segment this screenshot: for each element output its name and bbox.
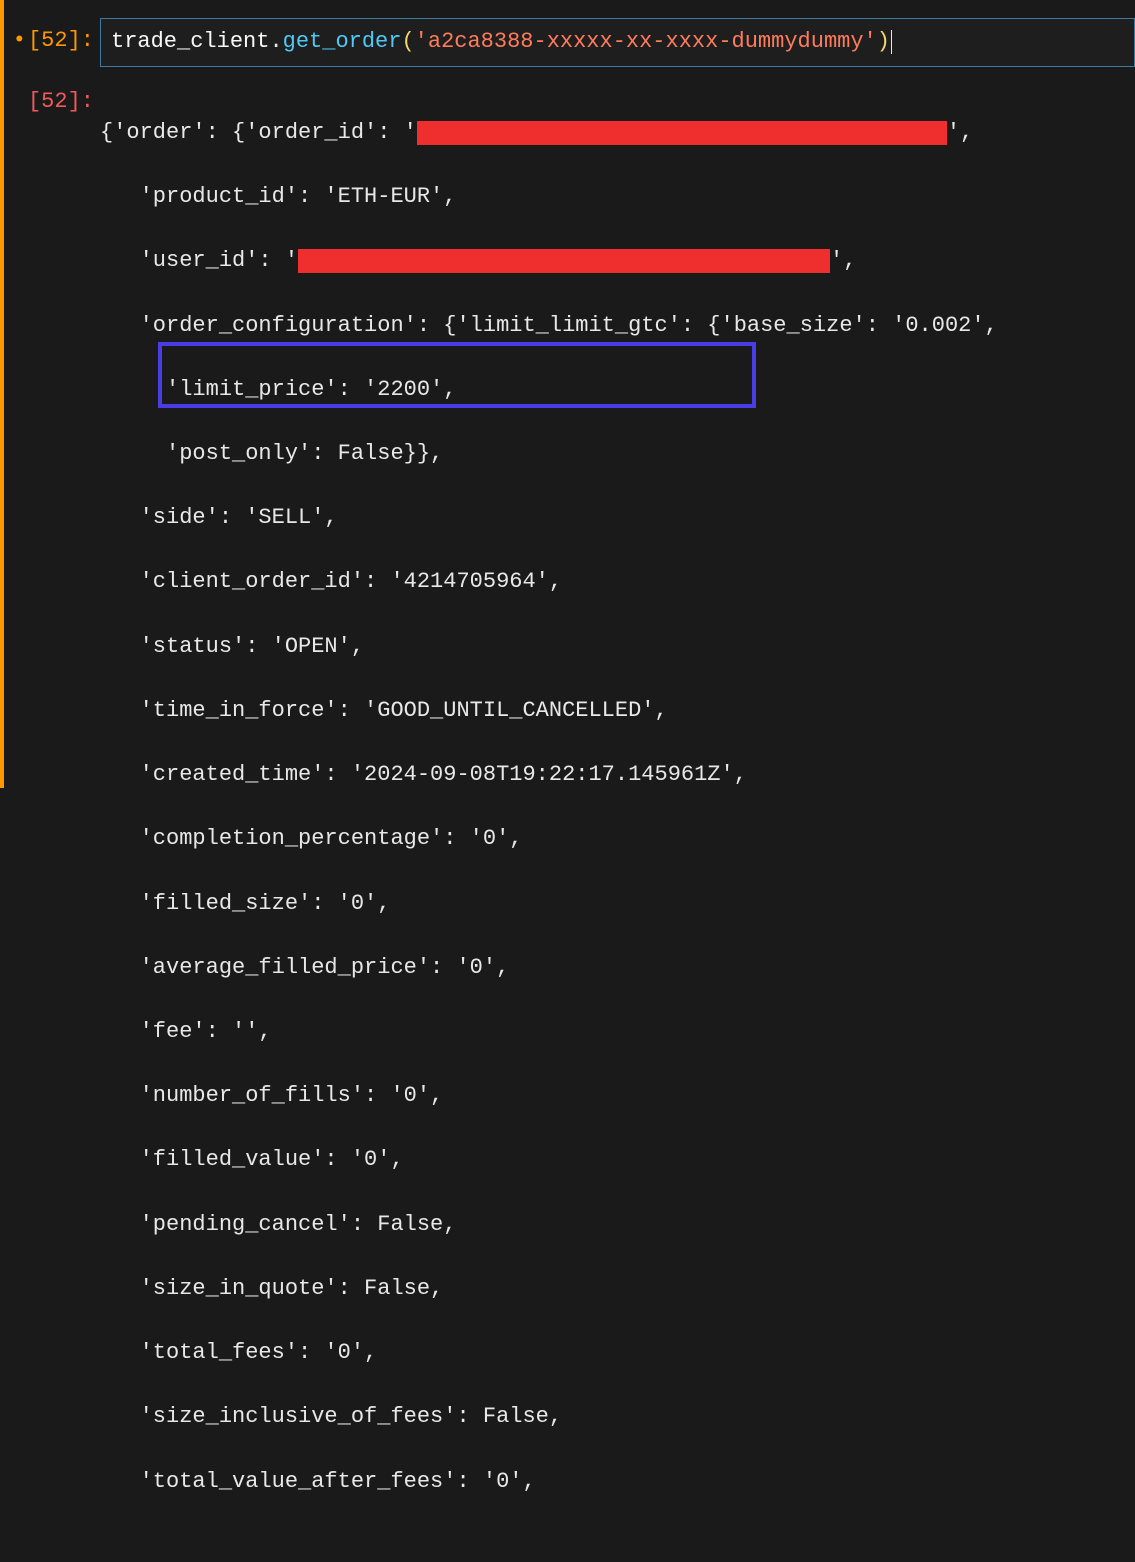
- output-line: {'order': {'order_id': ' ',: [100, 117, 1135, 149]
- output-line: 'product_id': 'ETH-EUR',: [100, 181, 1135, 213]
- input-prompt-label: [52]:: [28, 28, 94, 53]
- code-paren-open: (: [401, 29, 414, 54]
- modified-dot-icon: •: [13, 28, 26, 53]
- code-string-arg: 'a2ca8388-xxxxx-xx-xxxx-dummydummy': [415, 29, 877, 54]
- output-text-fragment: ',: [947, 120, 973, 145]
- output-text: {'order': {'order_id': ' ', 'product_id':…: [100, 79, 1135, 1562]
- output-line: 'total_value_after_fees': '0',: [100, 1466, 1135, 1498]
- output-line: 'number_of_fills': '0',: [100, 1080, 1135, 1112]
- output-line: 'time_in_force': 'GOOD_UNTIL_CANCELLED',: [100, 695, 1135, 727]
- output-line: 'post_only': False}},: [100, 438, 1135, 470]
- output-text-fragment: 'user_id': ': [100, 248, 298, 273]
- output-line: 'average_filled_price': '0',: [100, 952, 1135, 984]
- code-identifier: trade_client: [111, 29, 269, 54]
- output-line: 'size_inclusive_of_fees': False,: [100, 1401, 1135, 1433]
- output-prompt: [52]:: [0, 79, 100, 114]
- output-line: 'filled_size': '0',: [100, 888, 1135, 920]
- code-method: get_order: [283, 29, 402, 54]
- text-cursor: [891, 30, 892, 54]
- output-line: 'limit_price': '2200',: [100, 374, 1135, 406]
- notebook-cell: •[52]: trade_client.get_order('a2ca8388-…: [0, 0, 1135, 1562]
- output-line: 'total_fees': '0',: [100, 1337, 1135, 1369]
- output-line: 'fee': '',: [100, 1016, 1135, 1048]
- code-paren-close: ): [877, 29, 890, 54]
- output-line: 'pending_cancel': False,: [100, 1209, 1135, 1241]
- output-line: 'user_id': ' ',: [100, 245, 1135, 277]
- code-input[interactable]: trade_client.get_order('a2ca8388-xxxxx-x…: [100, 18, 1135, 67]
- output-line: 'size_in_quote': False,: [100, 1273, 1135, 1305]
- input-row: •[52]: trade_client.get_order('a2ca8388-…: [0, 18, 1135, 79]
- code-dot: .: [269, 29, 282, 54]
- output-line: 'client_order_id': '4214705964',: [100, 566, 1135, 598]
- output-text-fragment: ',: [830, 248, 856, 273]
- redaction-block: [417, 121, 947, 145]
- redaction-block: [298, 249, 830, 273]
- output-line: 'created_time': '2024-09-08T19:22:17.145…: [100, 759, 1135, 791]
- input-prompt: •[52]:: [0, 18, 100, 53]
- output-prompt-label: [52]:: [28, 89, 94, 114]
- output-line: 'status': 'OPEN',: [100, 631, 1135, 663]
- output-line: 'completion_percentage': '0',: [100, 823, 1135, 855]
- output-text-fragment: {'order': {'order_id': ': [100, 120, 417, 145]
- output-line: 'filled_value': '0',: [100, 1144, 1135, 1176]
- output-row: [52]: {'order': {'order_id': ' ', 'produc…: [0, 79, 1135, 1562]
- output-line: 'order_configuration': {'limit_limit_gtc…: [100, 310, 1135, 342]
- output-line: 'side': 'SELL',: [100, 502, 1135, 534]
